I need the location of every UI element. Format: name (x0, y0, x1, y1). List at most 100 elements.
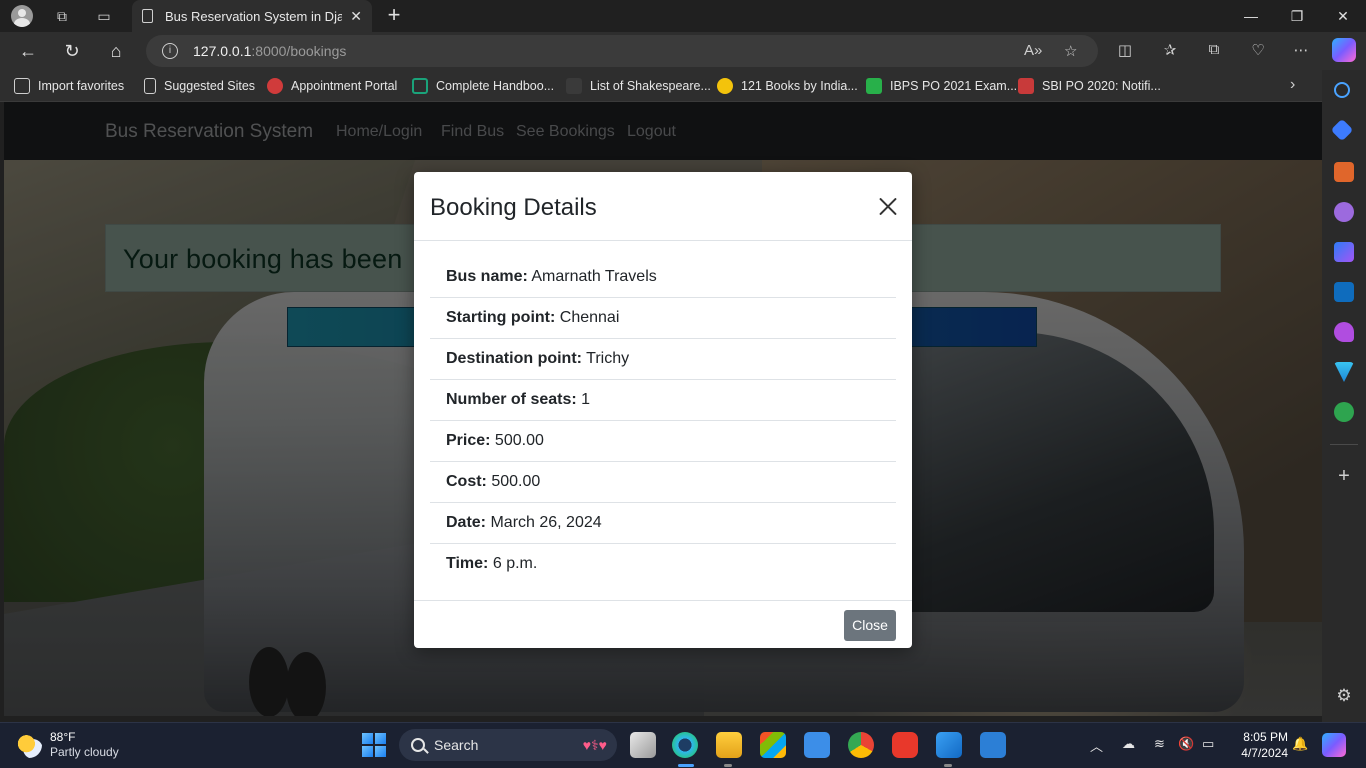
running-app-indicator (944, 764, 952, 767)
shopping-tag-icon[interactable] (1330, 118, 1354, 142)
import-icon (14, 78, 30, 94)
sidebar-divider (1330, 444, 1358, 445)
telegram-icon[interactable] (1334, 362, 1354, 382)
booking-details-modal: Booking Details Bus name: Amarnath Trave… (414, 172, 912, 648)
modal-title: Booking Details (430, 194, 597, 221)
chevron-up-icon[interactable]: ︿ (1090, 736, 1103, 755)
split-screen-icon[interactable]: ◫ (1114, 41, 1136, 61)
profile-avatar-icon[interactable] (10, 4, 34, 28)
favorite-ibps-po[interactable]: IBPS PO 2021 Exam... (866, 78, 1017, 94)
microsoft-store-icon[interactable] (760, 732, 786, 758)
chevron-right-icon[interactable]: › (1290, 76, 1295, 94)
address-row: ← ↻ ⌂ i 127.0.0.1:8000/bookings A» ☆ ◫ ✰… (0, 32, 1366, 70)
file-explorer-icon[interactable] (716, 732, 742, 758)
detail-value: March 26, 2024 (490, 514, 602, 531)
favorite-complete-handbook[interactable]: Complete Handboo... (412, 78, 554, 94)
favorite-appointment-portal[interactable]: Appointment Portal (267, 78, 397, 94)
copilot-taskbar-icon[interactable] (1322, 733, 1346, 757)
favorite-star-icon[interactable]: ☆ (1064, 42, 1077, 60)
copilot-sidebar-icon[interactable] (1334, 242, 1354, 262)
vscode-icon[interactable] (936, 732, 962, 758)
notepad-icon[interactable] (980, 732, 1006, 758)
favorites-icon[interactable]: ✰ (1159, 41, 1181, 61)
close-window-button[interactable]: ✕ (1320, 4, 1366, 28)
games-icon[interactable] (1334, 202, 1354, 222)
detail-label: Number of seats: (446, 391, 577, 408)
gear-icon[interactable]: ⚙ (1334, 686, 1354, 706)
outlook-icon[interactable] (1334, 282, 1354, 302)
more-menu-icon[interactable]: ⋯ (1290, 41, 1312, 61)
tab-actions-icon[interactable]: ▭ (92, 4, 116, 28)
back-arrow-icon[interactable]: ← (16, 40, 40, 62)
designer-icon[interactable] (1334, 322, 1354, 342)
browser-essentials-icon[interactable]: ♡ (1247, 41, 1269, 61)
close-button[interactable]: Close (844, 610, 896, 641)
task-view-icon[interactable] (630, 732, 656, 758)
tab-close-icon[interactable]: ✕ (350, 8, 362, 25)
home-icon[interactable]: ⌂ (104, 40, 128, 62)
copilot-icon[interactable] (1332, 38, 1356, 62)
detail-label: Bus name: (446, 268, 528, 285)
edge-sidebar: + ⚙ (1322, 70, 1366, 722)
edge-browser-icon[interactable] (672, 732, 698, 758)
modal-body: Bus name: Amarnath Travels Starting poin… (430, 257, 896, 585)
site-favicon-icon (412, 78, 428, 94)
clock-time: 8:05 PM (1243, 730, 1288, 744)
site-favicon-icon (1018, 78, 1034, 94)
clock-date: 4/7/2024 (1241, 746, 1288, 760)
wifi-icon[interactable]: ≋ (1154, 736, 1165, 752)
wps-office-icon[interactable] (892, 732, 918, 758)
taskbar-search[interactable]: Search ♥⚕♥ (399, 729, 617, 761)
site-favicon-icon (717, 78, 733, 94)
detail-row-bus-name: Bus name: Amarnath Travels (430, 257, 896, 298)
minimize-button[interactable]: — (1228, 4, 1274, 28)
maximize-button[interactable]: ❐ (1274, 4, 1320, 28)
address-bar[interactable]: i 127.0.0.1:8000/bookings A» ☆ (146, 35, 1098, 67)
site-info-icon[interactable]: i (162, 43, 178, 59)
partly-cloudy-icon (16, 732, 42, 758)
chrome-icon[interactable] (848, 732, 874, 758)
tools-briefcase-icon[interactable] (1334, 162, 1354, 182)
favorite-import[interactable]: Import favorites (14, 78, 124, 94)
url-text[interactable]: 127.0.0.1:8000/bookings (193, 43, 346, 59)
detail-label: Time: (446, 555, 489, 572)
volume-muted-icon[interactable]: 🔇 (1178, 736, 1194, 752)
search-label: Search (434, 737, 479, 753)
detail-value: Trichy (586, 350, 630, 367)
workspaces-icon[interactable]: ⧉ (50, 4, 74, 28)
windows-start-icon[interactable] (361, 732, 387, 758)
refresh-icon[interactable]: ↻ (60, 40, 84, 62)
collections-icon[interactable]: ⧉ (1203, 41, 1225, 61)
favorite-121-books[interactable]: 121 Books by India... (717, 78, 858, 94)
site-favicon-icon (566, 78, 582, 94)
onedrive-icon[interactable]: ☁ (1122, 736, 1135, 752)
weather-widget[interactable]: 88°F Partly cloudy (16, 730, 119, 760)
detail-row-date: Date: March 26, 2024 (430, 503, 896, 544)
detail-value: 6 p.m. (492, 555, 538, 572)
notification-bell-icon[interactable]: 🔔 (1292, 736, 1308, 752)
detail-row-destination-point: Destination point: Trichy (430, 339, 896, 380)
search-icon[interactable] (1334, 82, 1350, 98)
modal-footer: Close (414, 600, 912, 648)
mail-icon[interactable] (804, 732, 830, 758)
read-aloud-icon[interactable]: A» (1024, 42, 1042, 59)
tree-icon[interactable] (1334, 402, 1354, 422)
detail-label: Destination point: (446, 350, 582, 367)
browser-tab-bar: ⧉ ▭ Bus Reservation System in Djang ✕ + … (0, 0, 1366, 32)
detail-label: Cost: (446, 473, 487, 490)
running-app-indicator (724, 764, 732, 767)
site-favicon-icon (866, 78, 882, 94)
system-clock[interactable]: 8:05 PM 4/7/2024 (1232, 729, 1288, 761)
detail-row-cost: Cost: 500.00 (430, 462, 896, 503)
weather-desc: Partly cloudy (50, 745, 119, 759)
detail-row-number-of-seats: Number of seats: 1 (430, 380, 896, 421)
active-tab[interactable]: Bus Reservation System in Djang ✕ (132, 0, 372, 32)
favorite-shakespeare[interactable]: List of Shakespeare... (566, 78, 711, 94)
detail-row-price: Price: 500.00 (430, 421, 896, 462)
favorite-sbi-po[interactable]: SBI PO 2020: Notifi... (1018, 78, 1161, 94)
add-icon[interactable]: + (1334, 466, 1354, 486)
close-icon[interactable] (876, 194, 900, 218)
battery-icon[interactable]: ▭ (1202, 736, 1214, 752)
favorite-suggested-sites[interactable]: Suggested Sites (144, 78, 255, 94)
new-tab-button[interactable]: + (382, 4, 406, 28)
